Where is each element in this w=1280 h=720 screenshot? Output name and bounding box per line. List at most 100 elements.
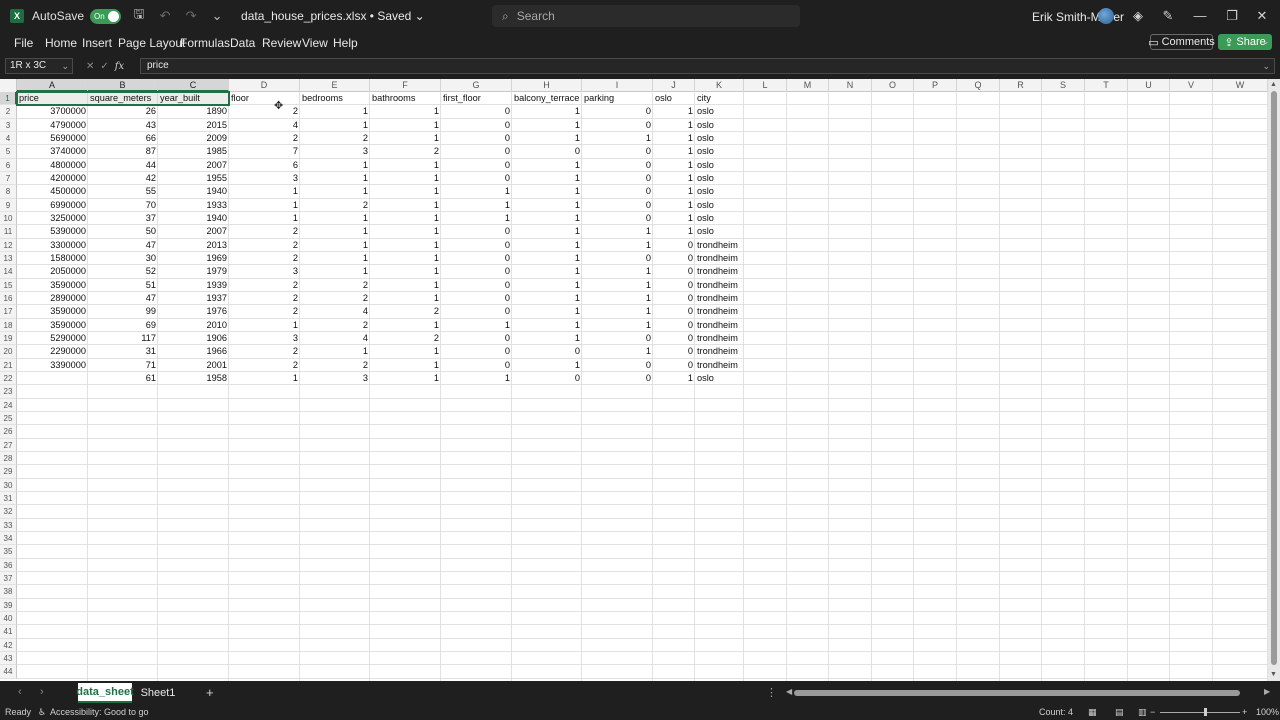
column-header-l[interactable]: L (744, 79, 787, 92)
table-cell[interactable]: trondheim (695, 305, 765, 318)
table-cell[interactable]: 3300000 (17, 239, 88, 252)
table-cell[interactable]: 1 (229, 199, 300, 212)
share-chevron-icon[interactable]: ⌄ (1262, 36, 1270, 47)
table-cell[interactable]: 1958 (158, 372, 229, 385)
row-header-12[interactable]: 12 (0, 238, 17, 252)
tab-data-sheet[interactable]: data_sheet (76, 683, 134, 703)
table-cell[interactable]: 1 (300, 252, 370, 265)
table-cell[interactable]: 3740000 (17, 145, 88, 158)
table-cell[interactable]: 2 (229, 252, 300, 265)
table-cell[interactable]: 1 (512, 305, 582, 318)
page-layout-view-icon[interactable]: ▤ (1115, 707, 1124, 718)
table-cell[interactable]: 1 (512, 132, 582, 145)
table-cell[interactable]: 1 (653, 225, 695, 238)
table-cell[interactable]: 1 (653, 159, 695, 172)
table-cell[interactable]: 0 (441, 145, 512, 158)
table-cell[interactable]: 1 (229, 185, 300, 198)
row-header-29[interactable]: 29 (0, 465, 17, 479)
table-cell[interactable]: 1 (653, 199, 695, 212)
close-icon[interactable]: ✕ (1254, 8, 1270, 24)
table-cell[interactable]: 61 (88, 372, 158, 385)
table-cell[interactable]: 2015 (158, 119, 229, 132)
table-cell[interactable]: 51 (88, 279, 158, 292)
table-cell[interactable]: 1890 (158, 105, 229, 118)
table-cell[interactable]: 1933 (158, 199, 229, 212)
table-cell[interactable]: 2 (229, 345, 300, 358)
table-cell[interactable]: 1 (441, 319, 512, 332)
table-cell[interactable]: 37 (88, 212, 158, 225)
table-cell[interactable]: 69 (88, 319, 158, 332)
table-cell[interactable]: 87 (88, 145, 158, 158)
table-cell[interactable]: 1 (512, 225, 582, 238)
table-cell[interactable]: 3 (229, 332, 300, 345)
table-cell[interactable]: 1 (512, 159, 582, 172)
table-cell[interactable]: oslo (695, 145, 765, 158)
table-cell[interactable]: 1 (300, 345, 370, 358)
table-cell[interactable]: 2 (229, 292, 300, 305)
table-cell[interactable]: 1 (370, 132, 441, 145)
table-cell[interactable]: 4790000 (17, 119, 88, 132)
table-cell[interactable]: 0 (582, 372, 653, 385)
table-cell[interactable]: 1 (370, 292, 441, 305)
table-cell[interactable]: trondheim (695, 279, 765, 292)
scroll-right-icon[interactable]: ▶ (1264, 687, 1270, 696)
table-cell[interactable]: 44 (88, 159, 158, 172)
row-header-8[interactable]: 8 (0, 185, 17, 199)
table-cell[interactable]: 2007 (158, 159, 229, 172)
table-cell[interactable]: 1985 (158, 145, 229, 158)
menu-data[interactable]: Data (230, 36, 255, 50)
column-header-s[interactable]: S (1042, 79, 1085, 92)
table-cell[interactable]: 1 (300, 172, 370, 185)
column-header-q[interactable]: Q (957, 79, 1000, 92)
header-cell-balcony-terrace[interactable]: balcony_terrace (512, 92, 587, 105)
table-cell[interactable]: 1 (512, 319, 582, 332)
avatar[interactable] (1098, 8, 1114, 24)
table-cell[interactable]: 1 (512, 119, 582, 132)
table-cell[interactable]: 1 (653, 132, 695, 145)
minimize-icon[interactable]: — (1192, 8, 1208, 23)
table-cell[interactable]: 1 (370, 359, 441, 372)
table-cell[interactable]: oslo (695, 105, 765, 118)
table-cell[interactable]: 0 (441, 292, 512, 305)
table-cell[interactable]: 0 (653, 345, 695, 358)
table-cell[interactable]: 2 (370, 332, 441, 345)
table-cell[interactable]: 1 (512, 239, 582, 252)
row-header-43[interactable]: 43 (0, 651, 17, 666)
table-cell[interactable]: 1 (300, 225, 370, 238)
table-cell[interactable]: 0 (582, 159, 653, 172)
chevron-down-icon[interactable]: ⌄ (61, 59, 69, 73)
table-cell[interactable]: 4800000 (17, 159, 88, 172)
table-cell[interactable]: 1 (300, 185, 370, 198)
table-cell[interactable]: 0 (441, 132, 512, 145)
table-cell[interactable]: 1 (300, 119, 370, 132)
row-header-4[interactable]: 4 (0, 131, 17, 146)
table-cell[interactable]: 1 (512, 105, 582, 118)
table-cell[interactable]: 1 (582, 292, 653, 305)
table-cell[interactable]: 1 (300, 159, 370, 172)
table-cell[interactable]: 70 (88, 199, 158, 212)
table-cell[interactable]: 2050000 (17, 265, 88, 278)
table-cell[interactable]: 0 (582, 212, 653, 225)
table-cell[interactable]: 0 (653, 239, 695, 252)
table-cell[interactable]: 0 (441, 265, 512, 278)
table-cell[interactable]: 1 (229, 212, 300, 225)
table-cell[interactable]: 3590000 (17, 279, 88, 292)
table-cell[interactable]: 1 (512, 332, 582, 345)
table-cell[interactable]: 0 (441, 345, 512, 358)
row-header-15[interactable]: 15 (0, 278, 17, 292)
table-cell[interactable]: 1 (582, 279, 653, 292)
scroll-down-icon[interactable]: ▼ (1270, 671, 1277, 678)
row-header-34[interactable]: 34 (0, 531, 17, 546)
row-header-3[interactable]: 3 (0, 118, 17, 132)
row-header-36[interactable]: 36 (0, 558, 17, 572)
table-cell[interactable]: 1 (653, 105, 695, 118)
header-cell-bathrooms[interactable]: bathrooms (370, 92, 441, 105)
column-header-e[interactable]: E (300, 79, 370, 92)
table-cell[interactable]: 0 (653, 305, 695, 318)
add-sheet-icon[interactable]: + (206, 685, 214, 700)
table-cell[interactable]: 1 (300, 105, 370, 118)
table-cell[interactable]: 2 (300, 199, 370, 212)
table-cell[interactable]: 1 (370, 172, 441, 185)
row-header-30[interactable]: 30 (0, 478, 17, 492)
table-cell[interactable]: 5390000 (17, 225, 88, 238)
